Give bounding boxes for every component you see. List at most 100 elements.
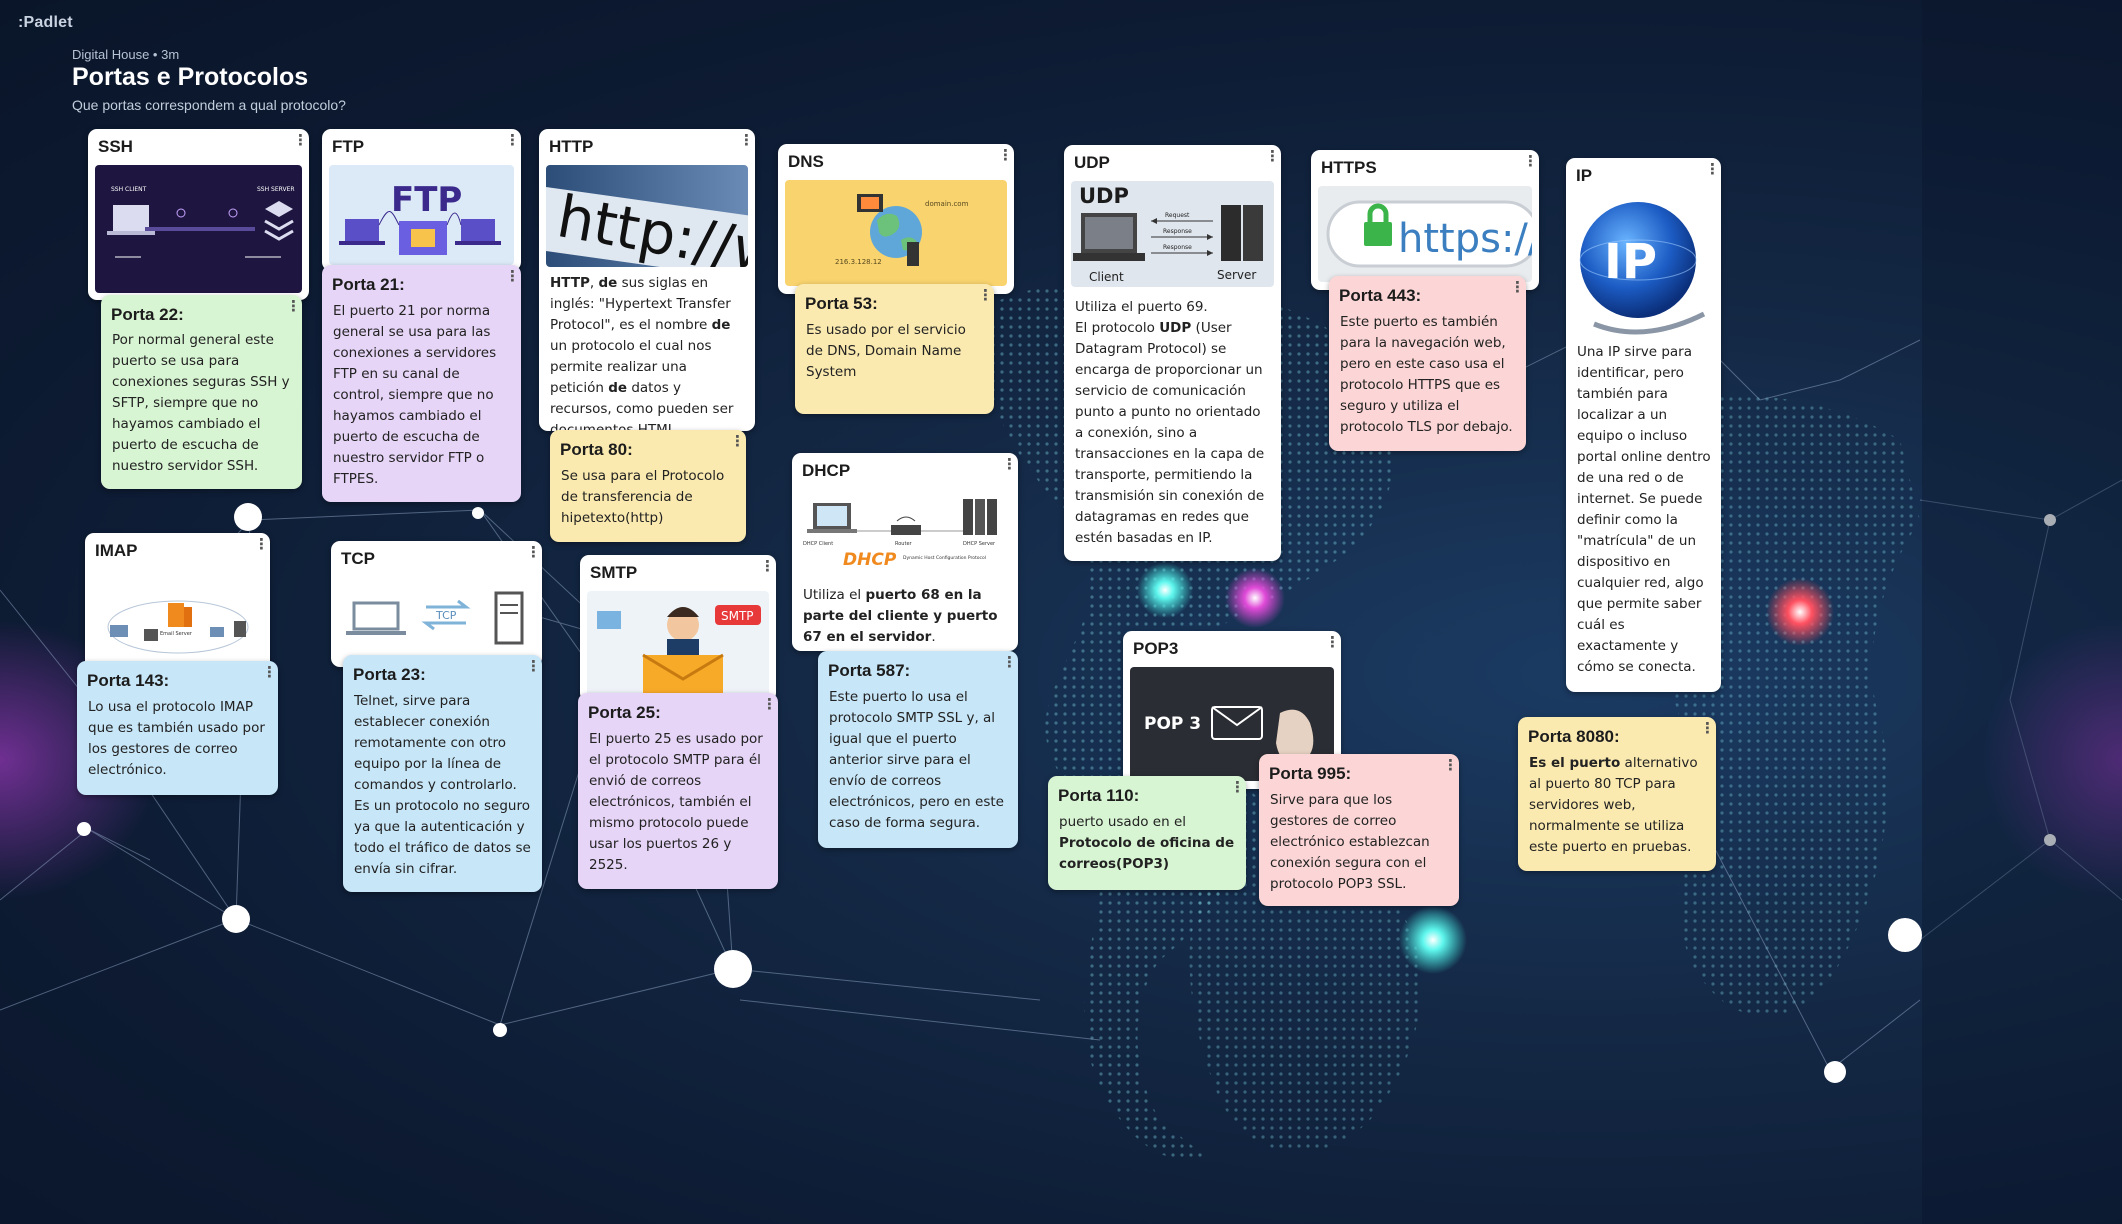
card-porta-80[interactable]: Porta 80: ⋮ Se usa para el Protocolo de … [550, 430, 746, 542]
card-title: POP3 [1133, 639, 1179, 658]
udp-diagram-image: UDP Request Response Response Client Ser… [1071, 181, 1274, 287]
card-porta-21[interactable]: Porta 21: ⋮ El puerto 21 por norma gener… [322, 265, 521, 502]
more-vertical-icon[interactable]: ⋮ [505, 269, 520, 284]
card-body: Utiliza el puerto 68 en la parte del cli… [803, 585, 1008, 648]
card-imap[interactable]: IMAP ⋮ Email Server [85, 533, 270, 673]
body-bold: de [608, 380, 628, 396]
card-title: Porta 587: [828, 661, 911, 680]
body-line: Utiliza el puerto 69. [1075, 299, 1208, 315]
more-vertical-icon[interactable]: ⋮ [286, 299, 301, 314]
dns-domain-label: domain.com [925, 200, 969, 208]
body-bold: de [598, 275, 618, 291]
card-title: SSH [98, 137, 133, 156]
card-title: Porta 25: [588, 703, 661, 722]
udp-response-label-2: Response [1163, 244, 1192, 251]
more-vertical-icon[interactable]: ⋮ [1002, 655, 1017, 670]
dhcp-image-label: DHCP [843, 550, 897, 570]
more-vertical-icon[interactable]: ⋮ [1230, 780, 1245, 795]
padlet-logo[interactable]: :Padlet [18, 14, 73, 32]
body-bold: Protocolo de oficina de correos(POP3) [1059, 835, 1235, 872]
udp-image-label: UDP [1079, 184, 1129, 208]
more-vertical-icon[interactable]: ⋮ [505, 133, 520, 148]
card-title: SMTP [590, 563, 638, 582]
card-ip[interactable]: IP ⋮ IP Una IP sirve para identificar, p… [1566, 158, 1721, 692]
more-vertical-icon[interactable]: ⋮ [1265, 149, 1280, 164]
udp-request-label: Request [1165, 212, 1190, 219]
ftp-image-label: FTP [391, 180, 462, 220]
more-vertical-icon[interactable]: ⋮ [1700, 721, 1715, 736]
card-body: Este puerto lo usa el protocolo SMTP SSL… [829, 689, 1004, 831]
more-vertical-icon[interactable]: ⋮ [1510, 280, 1525, 295]
network-background [0, 278, 2122, 1162]
dhcp-diagram-image: DHCP Client Router DHCP Server DHCP Dyna… [799, 489, 1011, 577]
https-lock-image: https:// [1318, 186, 1532, 282]
more-vertical-icon[interactable]: ⋮ [1325, 635, 1340, 650]
card-https[interactable]: HTTPS ⋮ https:// [1311, 150, 1539, 290]
imap-email-server-label: Email Server [160, 631, 193, 637]
card-title: Porta 23: [353, 665, 426, 684]
card-title: Porta 53: [805, 294, 878, 313]
card-body: Lo usa el protocolo IMAP que es también … [88, 699, 265, 778]
ip-image-label: IP [1604, 234, 1657, 290]
card-body: Por normal general este puerto se usa pa… [112, 332, 290, 474]
card-ssh[interactable]: SSH ⋮ SSH CLIENT SSH SERVER [88, 129, 309, 300]
card-porta-587[interactable]: Porta 587: ⋮ Este puerto lo usa el proto… [818, 651, 1018, 848]
card-title: DHCP [802, 461, 851, 480]
card-body: Telnet, sirve para establecer conexión r… [354, 693, 531, 877]
more-vertical-icon[interactable]: ⋮ [1705, 162, 1720, 177]
more-vertical-icon[interactable]: ⋮ [262, 665, 277, 680]
board-title: Portas e Protocolos [72, 63, 309, 91]
card-porta-143[interactable]: Porta 143: ⋮ Lo usa el protocolo IMAP qu… [77, 661, 278, 795]
ftp-illustration-image: FTP [329, 165, 514, 265]
card-porta-443[interactable]: Porta 443: ⋮ Este puerto es también para… [1329, 276, 1526, 451]
card-title: Porta 143: [87, 671, 170, 690]
more-vertical-icon[interactable]: ⋮ [739, 133, 754, 148]
card-tcp[interactable]: TCP ⋮ TCP [331, 541, 542, 667]
card-title: Porta 443: [1339, 286, 1422, 305]
more-vertical-icon[interactable]: ⋮ [1443, 758, 1458, 773]
more-vertical-icon[interactable]: ⋮ [526, 545, 541, 560]
card-udp[interactable]: UDP ⋮ UDP Request Response Response Clie… [1064, 145, 1281, 561]
more-vertical-icon[interactable]: ⋮ [730, 434, 745, 449]
dhcp-server-label: DHCP Server [963, 541, 996, 547]
body-bold: de [711, 317, 731, 333]
card-body: Utiliza el puerto 69. El protocolo UDP (U… [1075, 297, 1271, 549]
card-ftp[interactable]: FTP ⋮ FTP [322, 129, 521, 271]
more-vertical-icon[interactable]: ⋮ [998, 148, 1013, 163]
more-vertical-icon[interactable]: ⋮ [760, 559, 775, 574]
card-title: IMAP [95, 541, 138, 560]
more-vertical-icon[interactable]: ⋮ [1523, 154, 1538, 169]
card-porta-110[interactable]: Porta 110: ⋮ puerto usado en el Protocol… [1048, 776, 1246, 890]
more-vertical-icon[interactable]: ⋮ [1002, 457, 1017, 472]
card-smtp[interactable]: SMTP ⋮ SMTP [580, 555, 776, 702]
smtp-illustration-image: SMTP [587, 591, 769, 697]
card-porta-53[interactable]: Porta 53: ⋮ Es usado por el servicio de … [795, 284, 994, 414]
more-vertical-icon[interactable]: ⋮ [293, 133, 308, 148]
smtp-image-label: SMTP [721, 609, 754, 623]
card-body: El puerto 21 por norma general se usa pa… [333, 303, 497, 487]
card-porta-22[interactable]: Porta 22: ⋮ Por normal general este puer… [101, 295, 302, 489]
more-vertical-icon[interactable]: ⋮ [526, 659, 541, 674]
http-url-image: http://ww [546, 165, 748, 267]
more-vertical-icon[interactable]: ⋮ [762, 697, 777, 712]
tcp-diagram-image: TCP [338, 577, 535, 659]
udp-server-label: Server [1217, 268, 1256, 282]
card-title: Porta 21: [332, 275, 405, 294]
tcp-image-label: TCP [435, 609, 457, 622]
card-porta-25[interactable]: Porta 25: ⋮ El puerto 25 es usado por el… [578, 693, 778, 889]
more-vertical-icon[interactable]: ⋮ [254, 537, 269, 552]
card-porta-995[interactable]: Porta 995: ⋮ Sirve para que los gestores… [1259, 754, 1459, 906]
more-vertical-icon[interactable]: ⋮ [978, 288, 993, 303]
card-http[interactable]: HTTP ⋮ http://ww HTTP, de sus siglas en … [539, 129, 755, 431]
card-body: Una IP sirve para identificar, pero tamb… [1577, 344, 1711, 675]
card-title: Porta 110: [1058, 786, 1140, 805]
card-porta-23[interactable]: Porta 23: ⋮ Telnet, sirve para establece… [343, 655, 542, 892]
board-edge-strip [1922, 0, 2122, 1224]
card-body: Es el puerto alternativo al puerto 80 TC… [1529, 753, 1706, 858]
body-text: puerto usado en el [1059, 814, 1187, 830]
dhcp-router-label: Router [895, 541, 913, 547]
card-porta-8080[interactable]: Porta 8080: ⋮ Es el puerto alternativo a… [1518, 717, 1716, 871]
card-dns[interactable]: DNS ⋮ domain.com 216.3.128.12 [778, 144, 1014, 294]
card-dhcp[interactable]: DHCP ⋮ DHCP Client Router DHCP Server DH… [792, 453, 1018, 651]
card-title: Porta 22: [111, 305, 184, 324]
